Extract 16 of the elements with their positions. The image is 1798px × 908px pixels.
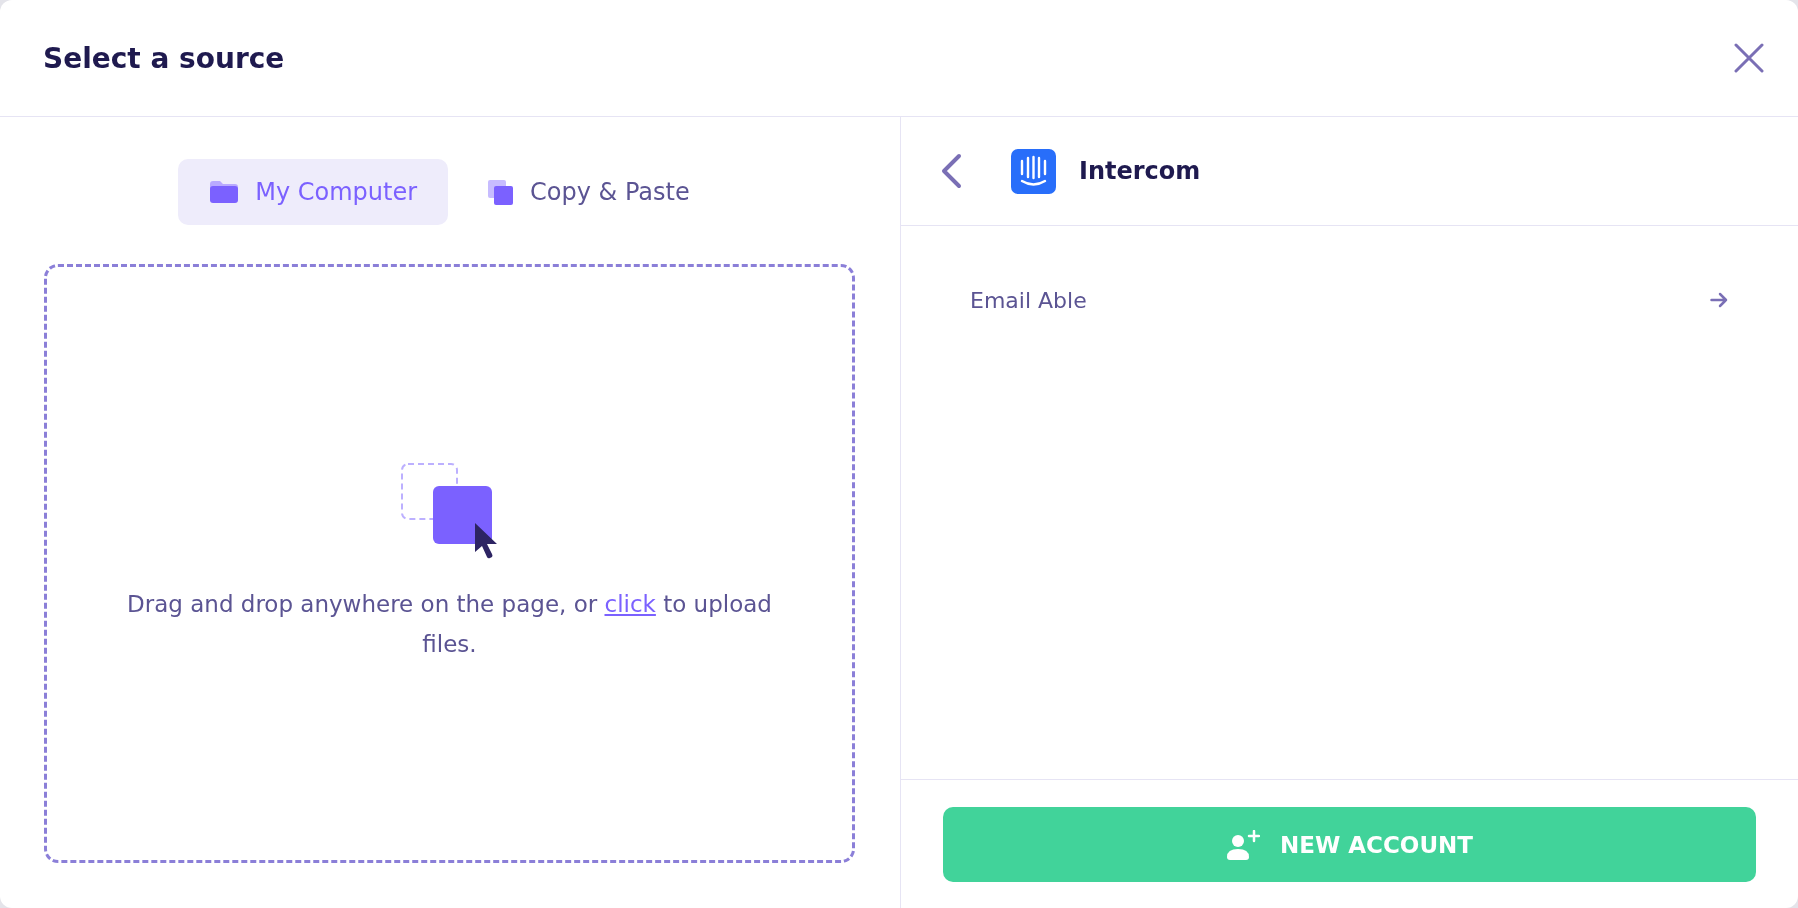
drag-drop-icon — [401, 463, 498, 560]
add-user-icon — [1225, 829, 1260, 860]
arrow-right-icon — [1710, 292, 1728, 308]
dialog-title: Select a source — [43, 41, 285, 75]
copy-icon — [488, 179, 514, 205]
drop-zone[interactable]: Drag and drop anywhere on the page, or click to upload files. — [44, 264, 855, 863]
source-tab[interactable]: My Computer — [178, 159, 449, 225]
source-tab[interactable]: Copy & Paste — [456, 159, 721, 225]
folder-icon — [210, 181, 239, 203]
close-icon[interactable] — [1734, 43, 1764, 73]
drop-instructions: Drag and drop anywhere on the page, or click to upload files. — [126, 590, 773, 659]
back-icon[interactable] — [940, 153, 962, 189]
account-item[interactable]: Email Able — [943, 265, 1756, 335]
app-logo-icon — [1011, 148, 1056, 194]
upload-link[interactable]: click — [604, 591, 656, 617]
integration-name: Intercom — [1079, 157, 1201, 185]
